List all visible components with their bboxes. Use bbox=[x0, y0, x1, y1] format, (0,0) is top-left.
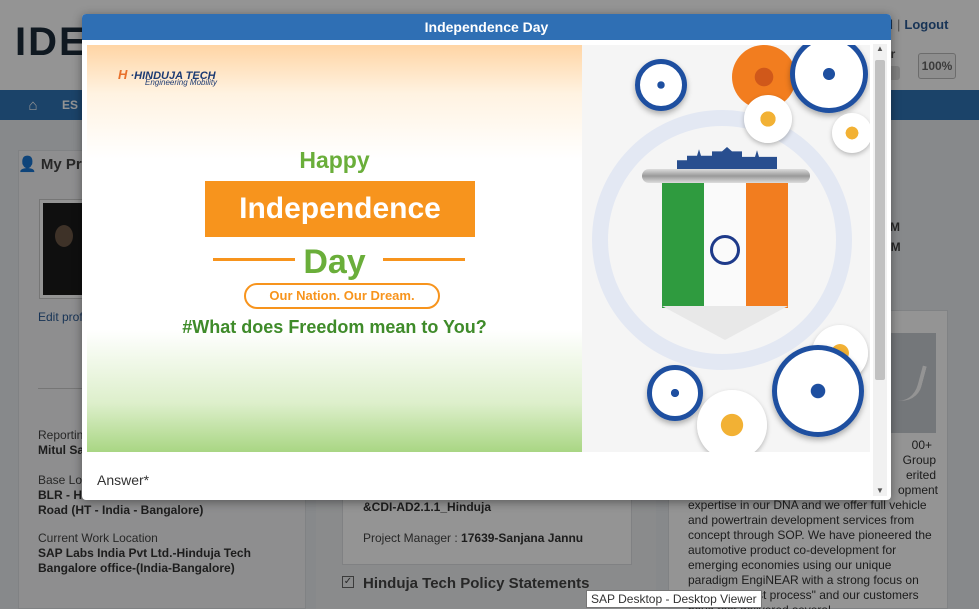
banner-left: H ·HINDUJA TECH Engineering Mobility Hap… bbox=[87, 45, 582, 452]
white-flower-icon bbox=[832, 113, 870, 153]
scroll-up-icon[interactable]: ▲ bbox=[873, 44, 887, 54]
scroll-down-icon[interactable]: ▼ bbox=[873, 486, 887, 496]
banner-right-art bbox=[582, 45, 870, 452]
independence-day-modal: Independence Day × H ·HINDUJA TECH Engin… bbox=[82, 14, 891, 500]
india-flag-icon bbox=[662, 178, 788, 340]
scroll-thumb[interactable] bbox=[875, 60, 885, 380]
banner-slogan: Our Nation. Our Dream. bbox=[244, 283, 440, 309]
banner-hashtag: #What does Freedom mean to You? bbox=[182, 317, 487, 337]
white-flower-icon bbox=[697, 390, 767, 452]
modal-title: Independence Day bbox=[82, 14, 891, 40]
ashoka-chakra-icon bbox=[710, 235, 740, 265]
chakra-wheel-icon bbox=[790, 45, 868, 113]
white-flower-icon bbox=[744, 95, 792, 143]
taskbar-tooltip: SAP Desktop - Desktop Viewer bbox=[586, 590, 762, 608]
flag-rod-icon bbox=[642, 169, 810, 183]
hinduja-tech-tagline: Engineering Mobility bbox=[145, 78, 218, 87]
modal-scrollbar[interactable]: ▲ ▼ bbox=[873, 44, 887, 496]
independence-day-banner: H ·HINDUJA TECH Engineering Mobility Hap… bbox=[87, 45, 870, 452]
answer-label: Answer* bbox=[97, 472, 150, 488]
chakra-wheel-icon bbox=[772, 345, 864, 437]
banner-happy: Happy bbox=[299, 147, 370, 173]
chakra-wheel-icon bbox=[647, 365, 703, 421]
banner-day: Day bbox=[303, 243, 366, 281]
chakra-wheel-icon bbox=[635, 59, 687, 111]
banner-independence: Independence bbox=[205, 181, 475, 237]
